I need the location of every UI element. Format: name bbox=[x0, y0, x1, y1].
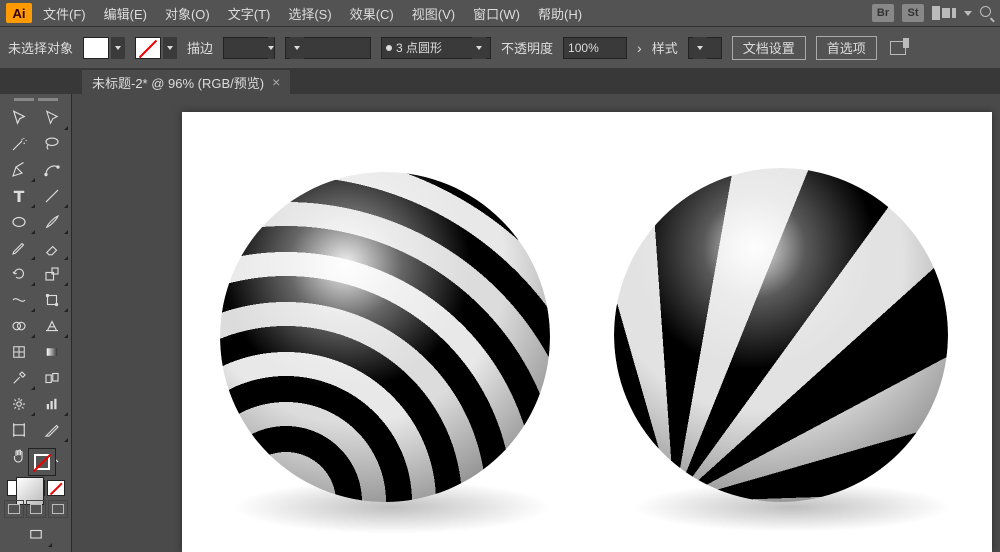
brush-name: 3 点圆形 bbox=[396, 39, 442, 56]
sphere-horizontal-stripes[interactable] bbox=[220, 172, 550, 502]
ellipse-tool[interactable] bbox=[2, 209, 36, 235]
tools-panel bbox=[0, 94, 72, 552]
pen-tool[interactable] bbox=[2, 157, 36, 183]
magic-wand-tool[interactable] bbox=[2, 131, 36, 157]
style-label: 样式 bbox=[652, 38, 678, 57]
stroke-control[interactable] bbox=[135, 37, 177, 59]
workspace bbox=[0, 94, 1000, 552]
document-tabbar: 未标题-2* @ 96% (RGB/预览) × bbox=[0, 68, 1000, 94]
eyedropper-tool[interactable] bbox=[2, 365, 36, 391]
draw-behind[interactable] bbox=[26, 500, 46, 518]
screen-modes[interactable] bbox=[2, 522, 69, 548]
menu-effect[interactable]: 效果(C) bbox=[343, 0, 401, 27]
menu-view[interactable]: 视图(V) bbox=[405, 0, 462, 27]
opacity-flyout-icon[interactable]: › bbox=[637, 40, 642, 56]
selection-status: 未选择对象 bbox=[8, 38, 73, 57]
gradient-tool[interactable] bbox=[36, 339, 70, 365]
menu-select[interactable]: 选择(S) bbox=[281, 0, 338, 27]
stroke-weight-field[interactable] bbox=[228, 41, 264, 55]
brush-definition[interactable]: 3 点圆形 bbox=[381, 37, 491, 59]
curvature-tool[interactable] bbox=[36, 157, 70, 183]
artboard[interactable] bbox=[182, 112, 992, 552]
app-logo: Ai bbox=[6, 3, 32, 23]
paintbrush-tool[interactable] bbox=[36, 209, 70, 235]
line-tool[interactable] bbox=[36, 183, 70, 209]
opacity-label: 不透明度 bbox=[501, 38, 553, 57]
draw-normal[interactable] bbox=[4, 500, 24, 518]
stroke-weight-input[interactable] bbox=[223, 37, 275, 59]
fill-control[interactable] bbox=[83, 37, 125, 59]
rotate-tool[interactable] bbox=[2, 261, 36, 287]
menu-edit[interactable]: 编辑(E) bbox=[97, 0, 154, 27]
pencil-tool[interactable] bbox=[2, 235, 36, 261]
slice-tool[interactable] bbox=[36, 417, 70, 443]
screen-mode-button[interactable] bbox=[19, 522, 53, 548]
eraser-tool[interactable] bbox=[36, 235, 70, 261]
opacity-input[interactable] bbox=[563, 37, 627, 59]
fill-stroke-indicator[interactable] bbox=[14, 475, 58, 478]
bridge-icon[interactable]: Br bbox=[872, 4, 894, 22]
free-transform-tool[interactable] bbox=[36, 287, 70, 313]
symbol-tool[interactable] bbox=[2, 391, 36, 417]
menu-object[interactable]: 对象(O) bbox=[158, 0, 217, 27]
toolbar-grip[interactable] bbox=[2, 98, 69, 101]
variable-width-profile[interactable] bbox=[285, 37, 371, 59]
direct-selection-tool[interactable] bbox=[36, 105, 70, 131]
menu-window[interactable]: 窗口(W) bbox=[466, 0, 527, 27]
canvas-area[interactable] bbox=[72, 94, 1000, 552]
stroke-none-icon bbox=[28, 448, 56, 476]
width-tool[interactable] bbox=[2, 287, 36, 313]
brush-dropdown[interactable] bbox=[472, 37, 486, 59]
perspective-tool[interactable] bbox=[36, 313, 70, 339]
preferences-button[interactable]: 首选项 bbox=[816, 36, 877, 60]
color-mode-none[interactable] bbox=[47, 480, 65, 496]
stroke-swatch[interactable] bbox=[135, 37, 161, 59]
menu-help[interactable]: 帮助(H) bbox=[531, 0, 589, 27]
draw-modes bbox=[2, 500, 69, 518]
close-icon[interactable]: × bbox=[272, 74, 280, 90]
fill-swatch[interactable] bbox=[83, 37, 109, 59]
shape-builder-tool[interactable] bbox=[2, 313, 36, 339]
opacity-field[interactable] bbox=[568, 41, 604, 55]
menu-type[interactable]: 文字(T) bbox=[221, 0, 278, 27]
document-tab[interactable]: 未标题-2* @ 96% (RGB/预览) × bbox=[82, 70, 290, 94]
arrange-documents-icon[interactable] bbox=[932, 6, 956, 20]
menubar: Ai 文件(F) 编辑(E) 对象(O) 文字(T) 选择(S) 效果(C) 视… bbox=[0, 0, 1000, 26]
workspace-switcher-icon[interactable] bbox=[964, 11, 972, 16]
artboard-tool[interactable] bbox=[2, 417, 36, 443]
stroke-dropdown[interactable] bbox=[163, 37, 177, 59]
stroke-label: 描边 bbox=[187, 38, 213, 57]
type-tool[interactable] bbox=[2, 183, 36, 209]
graphic-style[interactable] bbox=[688, 37, 722, 59]
stock-icon[interactable]: St bbox=[902, 4, 924, 22]
document-setup-button[interactable]: 文档设置 bbox=[732, 36, 806, 60]
sphere-vertical-stripes[interactable] bbox=[614, 168, 948, 502]
lasso-tool[interactable] bbox=[36, 131, 70, 157]
profile-dropdown[interactable] bbox=[290, 37, 304, 59]
stroke-weight-dropdown[interactable] bbox=[268, 37, 274, 59]
blend-tool[interactable] bbox=[36, 365, 70, 391]
scale-tool[interactable] bbox=[36, 261, 70, 287]
mesh-tool[interactable] bbox=[2, 339, 36, 365]
fill-dropdown[interactable] bbox=[111, 37, 125, 59]
brush-dot-icon bbox=[386, 45, 392, 51]
style-dropdown[interactable] bbox=[693, 37, 707, 59]
control-bar: 未选择对象 描边 3 点圆形 不透明度 › 样式 文档设置 首选项 bbox=[0, 26, 1000, 68]
draw-inside[interactable] bbox=[48, 500, 68, 518]
align-panel-icon[interactable] bbox=[887, 38, 909, 58]
column-graph-tool[interactable] bbox=[36, 391, 70, 417]
document-tab-title: 未标题-2* @ 96% (RGB/预览) bbox=[92, 73, 264, 92]
selection-tool[interactable] bbox=[2, 105, 36, 131]
search-icon[interactable] bbox=[980, 6, 994, 20]
menu-file[interactable]: 文件(F) bbox=[36, 0, 93, 27]
